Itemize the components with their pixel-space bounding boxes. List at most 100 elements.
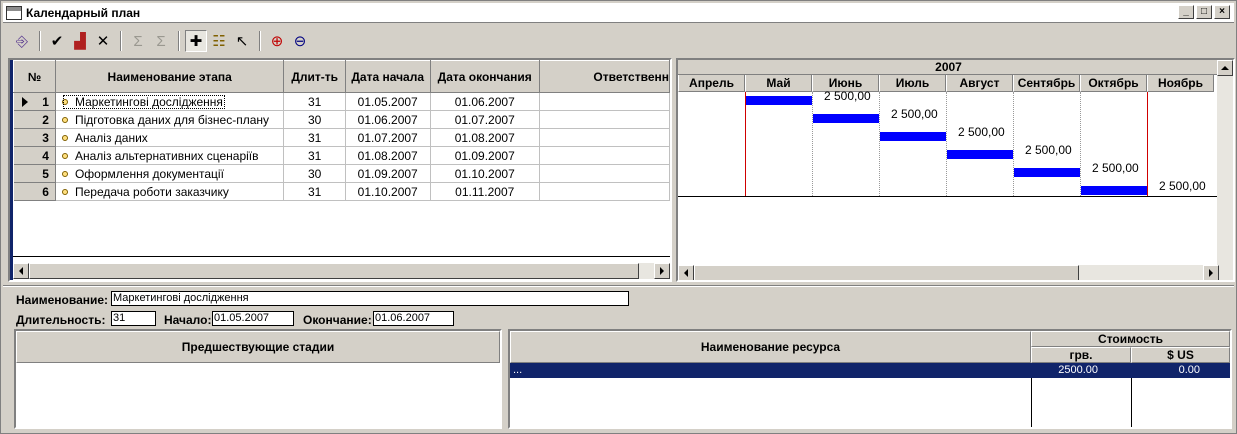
- toolbar-separator: [120, 31, 122, 51]
- calendar-plan-window: Календарный план _ □ × ⎆ ✔ ▟ ✕ Σ Σ ✚ ☷ ↖…: [0, 0, 1237, 434]
- stage-duration[interactable]: 30: [283, 110, 346, 129]
- stage-start[interactable]: 01.05.2007: [345, 92, 431, 111]
- column-header-start-date[interactable]: Дата начала: [344, 60, 431, 93]
- zoom-in-button[interactable]: ⊕: [266, 30, 288, 52]
- panel-splitter[interactable]: [3, 285, 1234, 287]
- stage-start[interactable]: 01.08.2007: [345, 146, 431, 165]
- gantt-bar[interactable]: [947, 150, 1013, 159]
- stage-start[interactable]: 01.09.2007: [345, 164, 431, 183]
- stage-end[interactable]: 01.11.2007: [430, 182, 540, 201]
- start-label: Начало:: [164, 313, 212, 327]
- end-field[interactable]: 01.06.2007: [373, 311, 454, 326]
- pointer-button[interactable]: ↖: [231, 30, 253, 52]
- scroll-left-button[interactable]: [13, 263, 29, 279]
- table-row[interactable]: 1 Маркетингові дослідження 31 01.05.2007…: [13, 92, 670, 111]
- table-row[interactable]: 3 Аналіз даних 31 01.07.2007 01.08.2007: [13, 128, 670, 147]
- sum-right-button[interactable]: Σ: [150, 30, 172, 52]
- scroll-right-button[interactable]: [654, 263, 670, 279]
- close-button[interactable]: ×: [1214, 5, 1230, 19]
- gantt-bar-label: 2 500,00: [891, 107, 938, 121]
- scroll-right-button[interactable]: [1203, 265, 1219, 280]
- gantt-month-header: Август: [946, 75, 1013, 92]
- stage-responsible[interactable]: [539, 146, 670, 165]
- window-app-icon: [6, 5, 22, 20]
- sum-left-button[interactable]: Σ: [127, 30, 149, 52]
- grid-divider: [13, 256, 670, 257]
- stage-responsible[interactable]: [539, 110, 670, 129]
- duration-label: Длительность:: [16, 313, 106, 327]
- column-header-responsible[interactable]: Ответственн: [538, 60, 670, 93]
- stage-start[interactable]: 01.07.2007: [345, 128, 431, 147]
- stage-name: Передача роботи заказчику: [74, 184, 229, 199]
- scroll-up-button[interactable]: [1217, 60, 1233, 76]
- resource-row[interactable]: ... 2500.00 0.00: [510, 363, 1230, 378]
- resource-name: ...: [513, 364, 523, 376]
- stage-duration[interactable]: 31: [283, 146, 346, 165]
- gantt-vscrollbar[interactable]: [1217, 60, 1233, 265]
- zoom-out-button[interactable]: ⊖: [289, 30, 311, 52]
- scroll-thumb[interactable]: [29, 263, 639, 279]
- stage-responsible[interactable]: [539, 164, 670, 183]
- stage-bullet-icon: [61, 152, 68, 159]
- hierarchy-button[interactable]: ☷: [208, 30, 230, 52]
- exit-button[interactable]: ⎆: [11, 30, 33, 52]
- minimize-button[interactable]: _: [1178, 5, 1194, 19]
- start-field[interactable]: 01.05.2007: [212, 311, 294, 326]
- gantt-divider: [678, 196, 1233, 197]
- stage-duration[interactable]: 31: [283, 182, 346, 201]
- stage-responsible[interactable]: [539, 182, 670, 201]
- delete-button[interactable]: ✕: [92, 30, 114, 52]
- stage-end[interactable]: 01.07.2007: [430, 110, 540, 129]
- stage-responsible[interactable]: [539, 92, 670, 111]
- resources-panel: Наименование ресурса Стоимость грв. $ US…: [508, 329, 1232, 429]
- stage-name: Підготовка даних для бізнес-плану: [74, 112, 270, 127]
- table-row[interactable]: 6 Передача роботи заказчику 31 01.10.200…: [13, 182, 670, 201]
- gantt-bar[interactable]: [1081, 186, 1147, 195]
- check-button[interactable]: ✔: [46, 30, 68, 52]
- arrow-left-icon: [684, 269, 688, 277]
- gantt-month-header: Сентябрь: [1013, 75, 1080, 92]
- stage-end[interactable]: 01.09.2007: [430, 146, 540, 165]
- stage-start[interactable]: 01.06.2007: [345, 110, 431, 129]
- column-header-duration[interactable]: Длит-ть: [283, 60, 346, 93]
- maximize-button[interactable]: □: [1196, 5, 1212, 19]
- zoom-in-icon: ⊕: [270, 33, 284, 50]
- gantt-bar[interactable]: [1014, 168, 1080, 177]
- window-controls: _ □ ×: [1178, 5, 1230, 19]
- name-field[interactable]: Маркетингові дослідження: [111, 291, 629, 306]
- gantt-bar[interactable]: [813, 114, 879, 123]
- stage-start[interactable]: 01.10.2007: [345, 182, 431, 201]
- cost-usd-header: $ US: [1131, 347, 1230, 363]
- toolbar: ⎆ ✔ ▟ ✕ Σ Σ ✚ ☷ ↖ ⊕ ⊖: [3, 26, 1234, 56]
- add-button[interactable]: ✚: [185, 30, 207, 52]
- cost-header: Стоимость: [1031, 331, 1230, 347]
- stage-duration[interactable]: 30: [283, 164, 346, 183]
- column-header-end-date[interactable]: Дата окончания: [429, 60, 540, 93]
- table-row[interactable]: 2 Підготовка даних для бізнес-плану 30 0…: [13, 110, 670, 129]
- scroll-thumb[interactable]: [694, 265, 1079, 280]
- duration-field[interactable]: 31: [111, 311, 156, 326]
- toolbar-separator: [39, 31, 41, 51]
- stage-duration[interactable]: 31: [283, 128, 346, 147]
- stage-end[interactable]: 01.10.2007: [430, 164, 540, 183]
- table-row[interactable]: 4 Аналіз альтернативних сценаріїв 31 01.…: [13, 146, 670, 165]
- stage-bullet-icon: [61, 188, 68, 195]
- stages-hscrollbar[interactable]: [13, 263, 670, 279]
- gantt-gridline: [1013, 92, 1014, 196]
- column-header-number[interactable]: №: [13, 60, 56, 93]
- stage-duration[interactable]: 31: [283, 92, 346, 111]
- gantt-bar[interactable]: [880, 132, 946, 141]
- table-row[interactable]: 5 Оформлення документації 30 01.09.2007 …: [13, 164, 670, 183]
- gantt-gridline: [1080, 92, 1081, 196]
- gantt-hscrollbar[interactable]: [678, 265, 1233, 280]
- predecessors-header: Предшествующие стадии: [16, 331, 500, 363]
- gantt-bar[interactable]: [746, 96, 812, 105]
- stage-responsible[interactable]: [539, 128, 670, 147]
- gantt-gridline: [879, 92, 880, 196]
- stage-end[interactable]: 01.06.2007: [430, 92, 540, 111]
- scroll-left-button[interactable]: [678, 265, 694, 280]
- chart-button[interactable]: ▟: [69, 30, 91, 52]
- column-header-stage-name[interactable]: Наименование этапа: [54, 60, 285, 93]
- row-number: 2: [13, 110, 56, 129]
- stage-end[interactable]: 01.08.2007: [430, 128, 540, 147]
